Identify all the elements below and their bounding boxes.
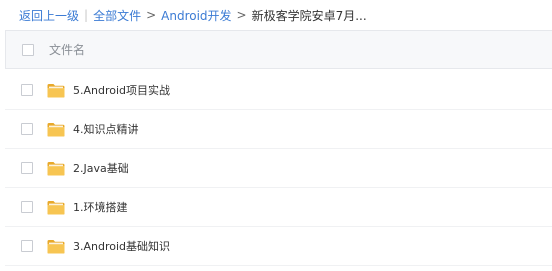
column-header-filename[interactable]: 文件名 [49, 41, 85, 58]
folder-icon [47, 83, 65, 97]
file-list-header: 文件名 [5, 30, 552, 69]
all-files-link[interactable]: 全部文件 [93, 7, 141, 24]
row-checkbox[interactable] [21, 123, 33, 135]
breadcrumb-arrow: > [146, 8, 157, 22]
list-item[interactable]: 3.Android基础知识 [5, 227, 552, 266]
breadcrumb-separator: | [84, 8, 89, 22]
folder-icon [47, 200, 65, 214]
file-list: 5.Android项目实战 4.知识点精讲 2.Java基础 1.环境搭建 3.… [5, 71, 552, 266]
file-name[interactable]: 5.Android项目实战 [73, 82, 170, 98]
row-checkbox[interactable] [21, 84, 33, 96]
list-item[interactable]: 4.知识点精讲 [5, 110, 552, 149]
row-checkbox[interactable] [21, 201, 33, 213]
file-name[interactable]: 1.环境搭建 [73, 199, 128, 215]
current-folder: 新极客学院安卓7月... [251, 8, 367, 23]
folder-icon [47, 239, 65, 253]
file-name[interactable]: 2.Java基础 [73, 160, 129, 176]
row-checkbox[interactable] [21, 162, 33, 174]
folder-icon [47, 122, 65, 136]
list-item[interactable]: 2.Java基础 [5, 149, 552, 188]
back-link[interactable]: 返回上一级 [19, 7, 79, 24]
list-item[interactable]: 5.Android项目实战 [5, 71, 552, 110]
row-checkbox[interactable] [21, 240, 33, 252]
folder-icon [47, 161, 65, 175]
list-item[interactable]: 1.环境搭建 [5, 188, 552, 227]
file-name[interactable]: 4.知识点精讲 [73, 121, 139, 137]
breadcrumb: 返回上一级 | 全部文件 > Android开发 > 新极客学院安卓7月... [0, 0, 552, 30]
breadcrumb-arrow: > [236, 8, 247, 22]
android-dev-link[interactable]: Android开发 [161, 7, 231, 24]
select-all-checkbox[interactable] [22, 43, 34, 56]
file-name[interactable]: 3.Android基础知识 [73, 238, 170, 254]
